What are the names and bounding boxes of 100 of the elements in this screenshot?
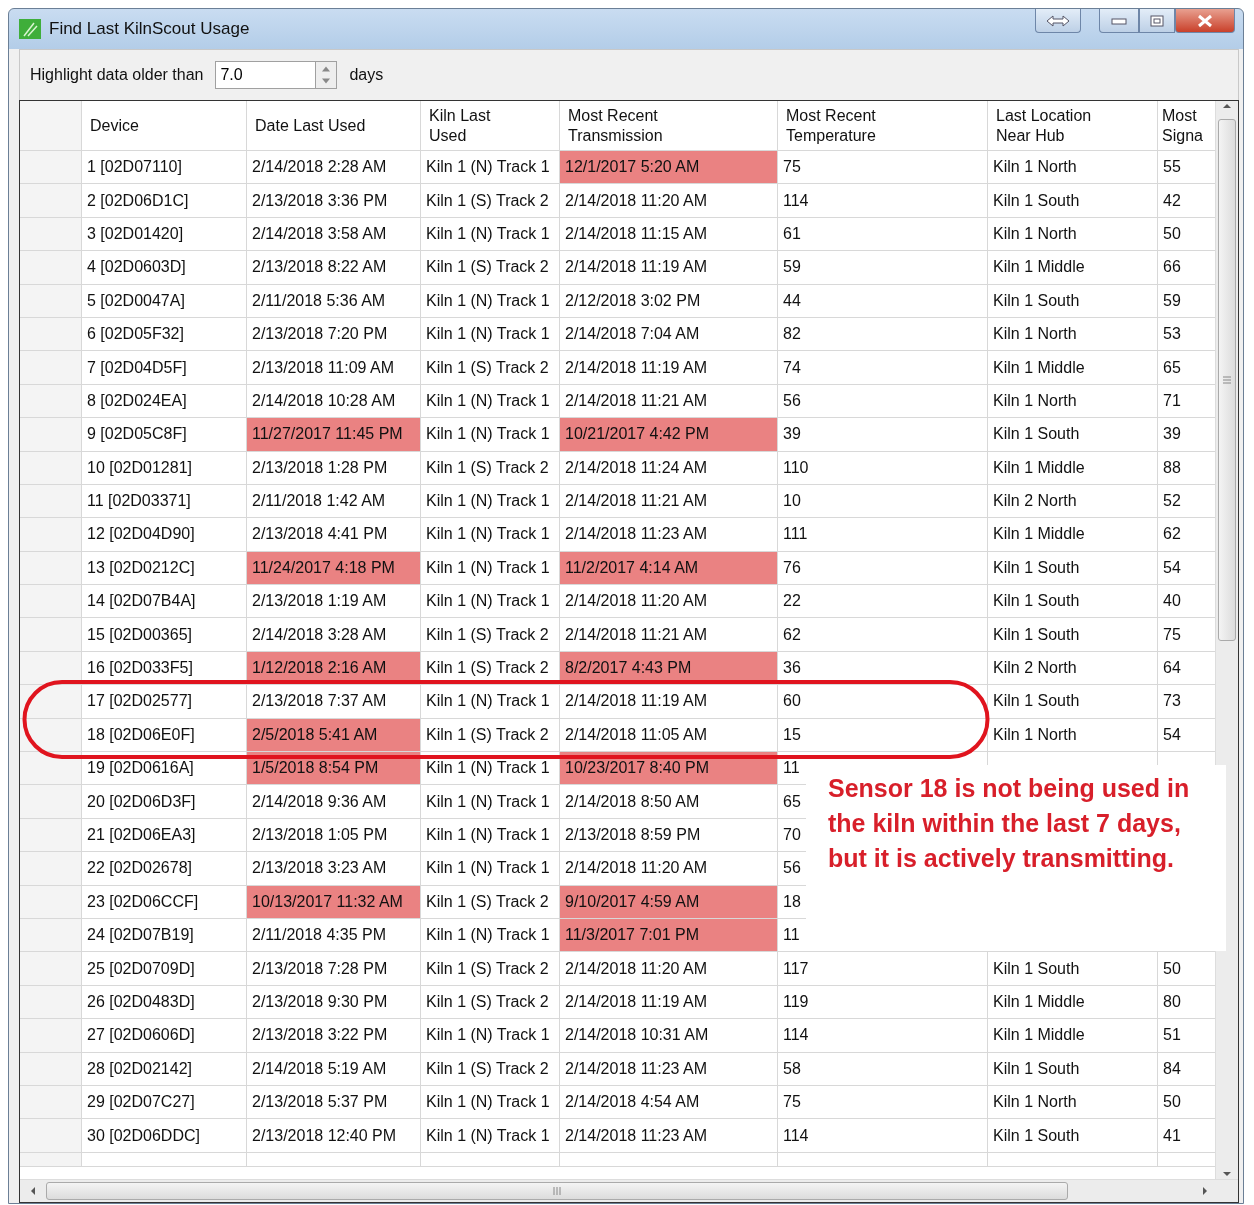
table-cell: 75	[778, 151, 988, 185]
table-cell: 2/14/2018 11:20 AM	[560, 952, 778, 986]
table-cell: 2/13/2018 7:20 PM	[247, 317, 421, 352]
table-cell: Kiln 1 South	[988, 184, 1158, 218]
table-cell: 27 [02D0606D]	[82, 1019, 247, 1053]
table-cell: Kiln 2 North	[988, 651, 1158, 686]
scroll-thumb[interactable]	[46, 1182, 1068, 1200]
table-cell: 2/13/2018 12:40 PM	[247, 1119, 421, 1153]
table-cell: 2/14/2018 8:50 AM	[560, 785, 778, 819]
scroll-thumb[interactable]	[1218, 119, 1236, 641]
table-cell: 56	[778, 384, 988, 419]
table-cell: 61	[778, 217, 988, 252]
table-cell: 36	[778, 651, 988, 686]
unit-label: days	[349, 66, 384, 84]
column-header[interactable]: Most Recent Temperature	[778, 101, 988, 151]
table-cell: 14 [02D07B4A]	[82, 585, 247, 619]
table-cell: 44	[778, 284, 988, 318]
table-cell: 2/5/2018 5:41 AM	[247, 718, 421, 753]
table-cell: Kiln 1 (N) Track 1	[421, 818, 560, 853]
table-cell: 2/13/2018 3:22 PM	[247, 1019, 421, 1053]
table-cell: Kiln 1 South	[988, 1119, 1158, 1153]
table-cell: 2/12/2018 3:02 PM	[560, 284, 778, 318]
table-cell: 2/11/2018 5:36 AM	[247, 284, 421, 318]
table-cell: 2/14/2018 11:23 AM	[560, 518, 778, 552]
table-cell: 60	[778, 685, 988, 719]
table-cell: Kiln 1 (S) Track 2	[421, 1052, 560, 1086]
table-cell: Kiln 2 North	[988, 484, 1158, 519]
table-cell: 2/13/2018 1:28 PM	[247, 451, 421, 485]
column-header[interactable]: Device	[82, 101, 247, 151]
table-cell: 2/14/2018 10:31 AM	[560, 1019, 778, 1053]
table-cell: 2/14/2018 11:23 AM	[560, 1119, 778, 1153]
table-cell: Kiln 1 South	[988, 685, 1158, 719]
maximize-button[interactable]	[1139, 9, 1175, 33]
table-cell: Kiln 1 Middle	[988, 985, 1158, 1020]
table-cell: Kiln 1 (N) Track 1	[421, 1019, 560, 1053]
table-cell: 110	[778, 451, 988, 485]
minimize-button[interactable]	[1099, 9, 1139, 33]
table-cell: 82	[778, 317, 988, 352]
table-cell: 6 [02D05F32]	[82, 317, 247, 352]
table-cell: Kiln 1 South	[988, 418, 1158, 452]
table-cell: 2/14/2018 2:28 AM	[247, 151, 421, 185]
table-cell: 2/11/2018 4:35 PM	[247, 919, 421, 953]
table-cell: 26 [02D0483D]	[82, 985, 247, 1020]
table-cell: 10/21/2017 4:42 PM	[560, 418, 778, 452]
annotation-text: Sensor 18 is not being used in the kiln within the last 7 days, but it is actively transmitting.	[806, 765, 1226, 951]
row-header[interactable]	[20, 752, 82, 786]
table-cell: 11/2/2017 4:14 AM	[560, 551, 778, 586]
table-cell: 11 [02D03371]	[82, 484, 247, 519]
table-cell: 2/13/2018 5:37 PM	[247, 1085, 421, 1120]
table-cell: Kiln 1 (S) Track 2	[421, 451, 560, 485]
swap-button[interactable]	[1035, 9, 1081, 33]
table-cell: 11/24/2017 4:18 PM	[247, 551, 421, 586]
filter-label: Highlight data older than	[30, 66, 204, 84]
table-cell: Kiln 1 South	[988, 284, 1158, 318]
column-header[interactable]: Kiln Last Used	[421, 101, 560, 151]
close-button[interactable]	[1175, 9, 1235, 33]
table-cell: 114	[778, 1019, 988, 1053]
table-cell: Kiln 1 (N) Track 1	[421, 518, 560, 552]
table-cell: Kiln 1 South	[988, 585, 1158, 619]
table-cell: 29 [02D07C27]	[82, 1085, 247, 1120]
table-cell: 3 [02D01420]	[82, 217, 247, 252]
table-cell: 25 [02D0709D]	[82, 952, 247, 986]
table-cell: 9/10/2017 4:59 AM	[560, 885, 778, 919]
table-cell: 7 [02D04D5F]	[82, 351, 247, 385]
table-cell: 8 [02D024EA]	[82, 384, 247, 419]
table-cell: 2 [02D06D1C]	[82, 184, 247, 218]
table-cell: 2/14/2018 11:19 AM	[560, 251, 778, 285]
table-cell: 28 [02D02142]	[82, 1052, 247, 1086]
table-cell: Kiln 1 (N) Track 1	[421, 317, 560, 352]
maximize-icon	[1150, 14, 1164, 27]
table-cell: 1 [02D07110]	[82, 151, 247, 185]
table-cell: 117	[778, 952, 988, 986]
table-cell: Kiln 1 (N) Track 1	[421, 384, 560, 419]
table-cell: 11/3/2017 7:01 PM	[560, 919, 778, 953]
table-cell: 2/14/2018 11:20 AM	[560, 585, 778, 619]
column-header[interactable]: Date Last Used	[247, 101, 421, 151]
table-cell: 2/14/2018 11:19 AM	[560, 685, 778, 719]
table-cell: 114	[778, 1119, 988, 1153]
spinner-arrows[interactable]	[315, 61, 338, 89]
table-cell: 2/13/2018 11:09 AM	[247, 351, 421, 385]
corner-cell[interactable]	[20, 101, 82, 151]
days-field[interactable]: 7.0	[215, 61, 316, 89]
table-cell: 2/13/2018 7:28 PM	[247, 952, 421, 986]
horizontal-scrollbar[interactable]	[20, 1179, 1238, 1202]
table-cell: Kiln 1 (N) Track 1	[421, 585, 560, 619]
table-cell: 4 [02D0603D]	[82, 251, 247, 285]
vertical-scrollbar[interactable]	[1215, 101, 1238, 1179]
table-cell: 2/14/2018 5:19 AM	[247, 1052, 421, 1086]
table-cell: 2/14/2018 3:58 AM	[247, 217, 421, 252]
minimize-icon	[1111, 16, 1127, 25]
table-cell: Kiln 1 Middle	[988, 251, 1158, 285]
table-cell: 2/14/2018 11:20 AM	[560, 184, 778, 218]
table-cell: 15	[778, 718, 988, 753]
table-cell: Kiln 1 South	[988, 952, 1158, 986]
row-header[interactable]	[20, 685, 82, 719]
table-cell: Kiln 1 (N) Track 1	[421, 484, 560, 519]
column-header[interactable]: Last Location Near Hub	[988, 101, 1158, 151]
table-cell: Kiln 1 (S) Track 2	[421, 618, 560, 652]
table-cell: Kiln 1 South	[988, 551, 1158, 586]
table-cell: Kiln 1 South	[988, 618, 1158, 652]
